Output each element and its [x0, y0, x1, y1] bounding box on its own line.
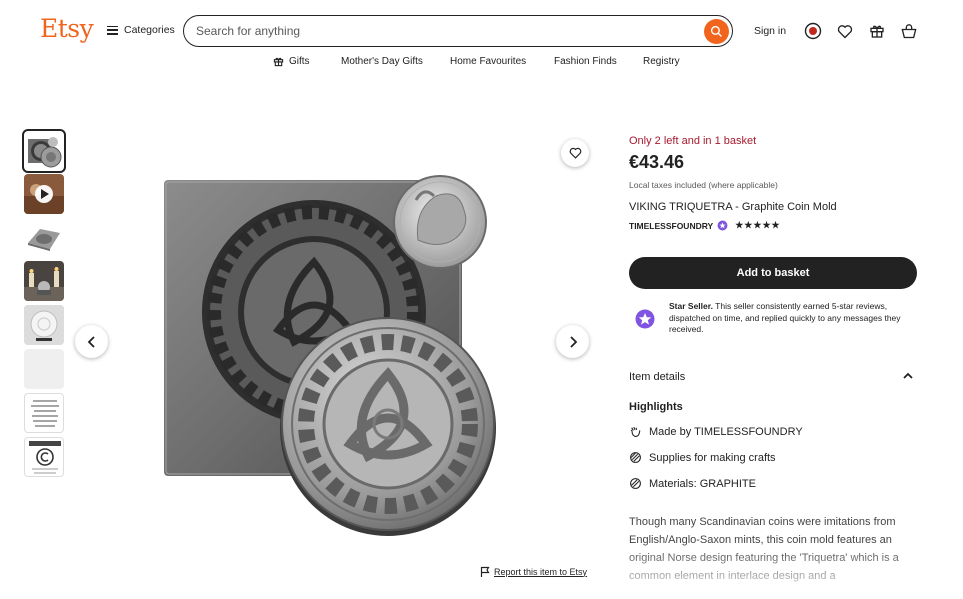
thumbnail-mold-flat[interactable]: [24, 217, 64, 257]
highlight-text: Made by TIMELESSFOUNDRY: [649, 425, 803, 438]
thumbnail-coin-white[interactable]: [24, 305, 64, 345]
description-fade: [620, 545, 930, 599]
chevron-right-icon: [569, 335, 577, 348]
highlight-made-by: Made by TIMELESSFOUNDRY: [629, 425, 803, 438]
star-icon: ★: [753, 220, 762, 230]
previous-image-button[interactable]: [75, 325, 108, 358]
nav-item-gifts[interactable]: Gifts: [273, 56, 310, 67]
shop-name-link[interactable]: TIMELESSFOUNDRY: [694, 426, 803, 438]
thumbnail-coin-mold[interactable]: [22, 129, 66, 173]
nav-item-mothers-day[interactable]: Mother's Day Gifts: [341, 56, 423, 67]
copyright-icon: [36, 448, 54, 466]
thumbnail-image: [31, 400, 59, 427]
star-seller-text: Star Seller. This seller consistently ea…: [669, 301, 917, 336]
nav-item-home-favourites[interactable]: Home Favourites: [450, 56, 526, 67]
shop-name-link[interactable]: TIMELESSFOUNDRY: [629, 221, 713, 231]
hamburger-icon: [107, 25, 118, 35]
thumbnail-blank[interactable]: [24, 349, 64, 389]
thumbnail-candles[interactable]: [24, 261, 64, 301]
categories-menu-button[interactable]: Categories: [107, 24, 175, 36]
star-icon: ★: [744, 220, 753, 230]
thumbnail-video[interactable]: [24, 174, 64, 214]
nav-item-label: Mother's Day Gifts: [341, 56, 423, 67]
thumbnail-image: [24, 217, 64, 257]
materials-icon: [630, 478, 641, 489]
hand-wave-icon: [630, 426, 641, 437]
basket-icon: [901, 23, 917, 38]
next-image-button[interactable]: [556, 325, 589, 358]
search-input[interactable]: [196, 24, 686, 38]
favourites-button[interactable]: [836, 22, 854, 40]
chevron-left-icon: [87, 335, 95, 348]
item-details-toggle[interactable]: Item details: [629, 371, 917, 383]
heart-icon: [837, 24, 853, 38]
thumbnail-copyright[interactable]: [24, 437, 64, 477]
basket-button[interactable]: [900, 22, 918, 40]
nav-item-label: Registry: [643, 56, 680, 67]
sign-in-link[interactable]: Sign in: [754, 25, 786, 37]
thumbnail-image: [29, 441, 61, 474]
highlight-text: Materials: GRAPHITE: [649, 477, 756, 490]
thumbnail-image: [24, 305, 64, 345]
gifts-button[interactable]: [868, 22, 886, 40]
flag-icon: [480, 566, 490, 577]
craft-supplies-icon: [630, 452, 641, 463]
star-icon: ★: [762, 220, 771, 230]
search-bar: [183, 15, 733, 47]
thumbnail-image: [24, 131, 64, 171]
star-seller-badge-icon: [635, 309, 655, 329]
thumbnail-image: [24, 261, 64, 301]
star-seller-badge-icon: [717, 220, 728, 231]
nav-item-label: Home Favourites: [450, 56, 527, 67]
search-button[interactable]: [704, 18, 729, 44]
highlight-materials: Materials: GRAPHITE: [629, 477, 756, 490]
stock-note: Only 2 left and in 1 basket: [629, 135, 757, 147]
nav-item-fashion-finds[interactable]: Fashion Finds: [554, 56, 617, 67]
nav-item-registry[interactable]: Registry: [643, 56, 680, 67]
product-main-image: [164, 175, 496, 536]
gift-icon: [870, 25, 884, 38]
product-title: VIKING TRIQUETRA - Graphite Coin Mold: [629, 201, 837, 213]
star-icon: ★: [735, 220, 744, 230]
report-item-label: Report this item to Etsy: [494, 566, 588, 577]
search-icon: [710, 25, 722, 37]
add-to-basket-button[interactable]: Add to basket: [629, 257, 917, 289]
highlight-supplies: Supplies for making crafts: [629, 451, 776, 464]
nav-item-label: Fashion Finds: [554, 56, 617, 67]
star-icon: ★: [771, 220, 780, 230]
star-seller-notice: Star Seller. This seller consistently ea…: [629, 297, 917, 341]
item-details-label: Item details: [629, 371, 686, 383]
recording-indicator-button[interactable]: [804, 22, 822, 40]
categories-label: Categories: [124, 24, 175, 36]
chevron-up-icon: [903, 372, 913, 379]
thumbnail-image: [24, 174, 64, 214]
rating-stars[interactable]: ★ ★ ★ ★ ★: [735, 220, 779, 231]
report-item-link[interactable]: Report this item to Etsy: [480, 566, 587, 577]
record-icon: [804, 22, 822, 40]
shop-line: TIMELESSFOUNDRY ★ ★ ★ ★ ★: [629, 220, 780, 231]
tax-note: Local taxes included (where applicable): [629, 180, 778, 190]
highlights-heading: Highlights: [629, 401, 683, 413]
etsy-logo[interactable]: Etsy: [40, 14, 94, 43]
highlight-text: Supplies for making crafts: [649, 451, 776, 464]
add-to-favourites-button[interactable]: [561, 139, 589, 167]
star-seller-title: Star Seller.: [669, 301, 713, 311]
nav-item-label: Gifts: [289, 56, 310, 67]
heart-icon: [569, 147, 581, 159]
category-nav: Gifts Mother's Day Gifts Home Favourites…: [0, 56, 963, 68]
thumbnail-text-note[interactable]: [24, 393, 64, 433]
gift-icon: [273, 57, 284, 67]
price: €43.46: [629, 152, 685, 172]
